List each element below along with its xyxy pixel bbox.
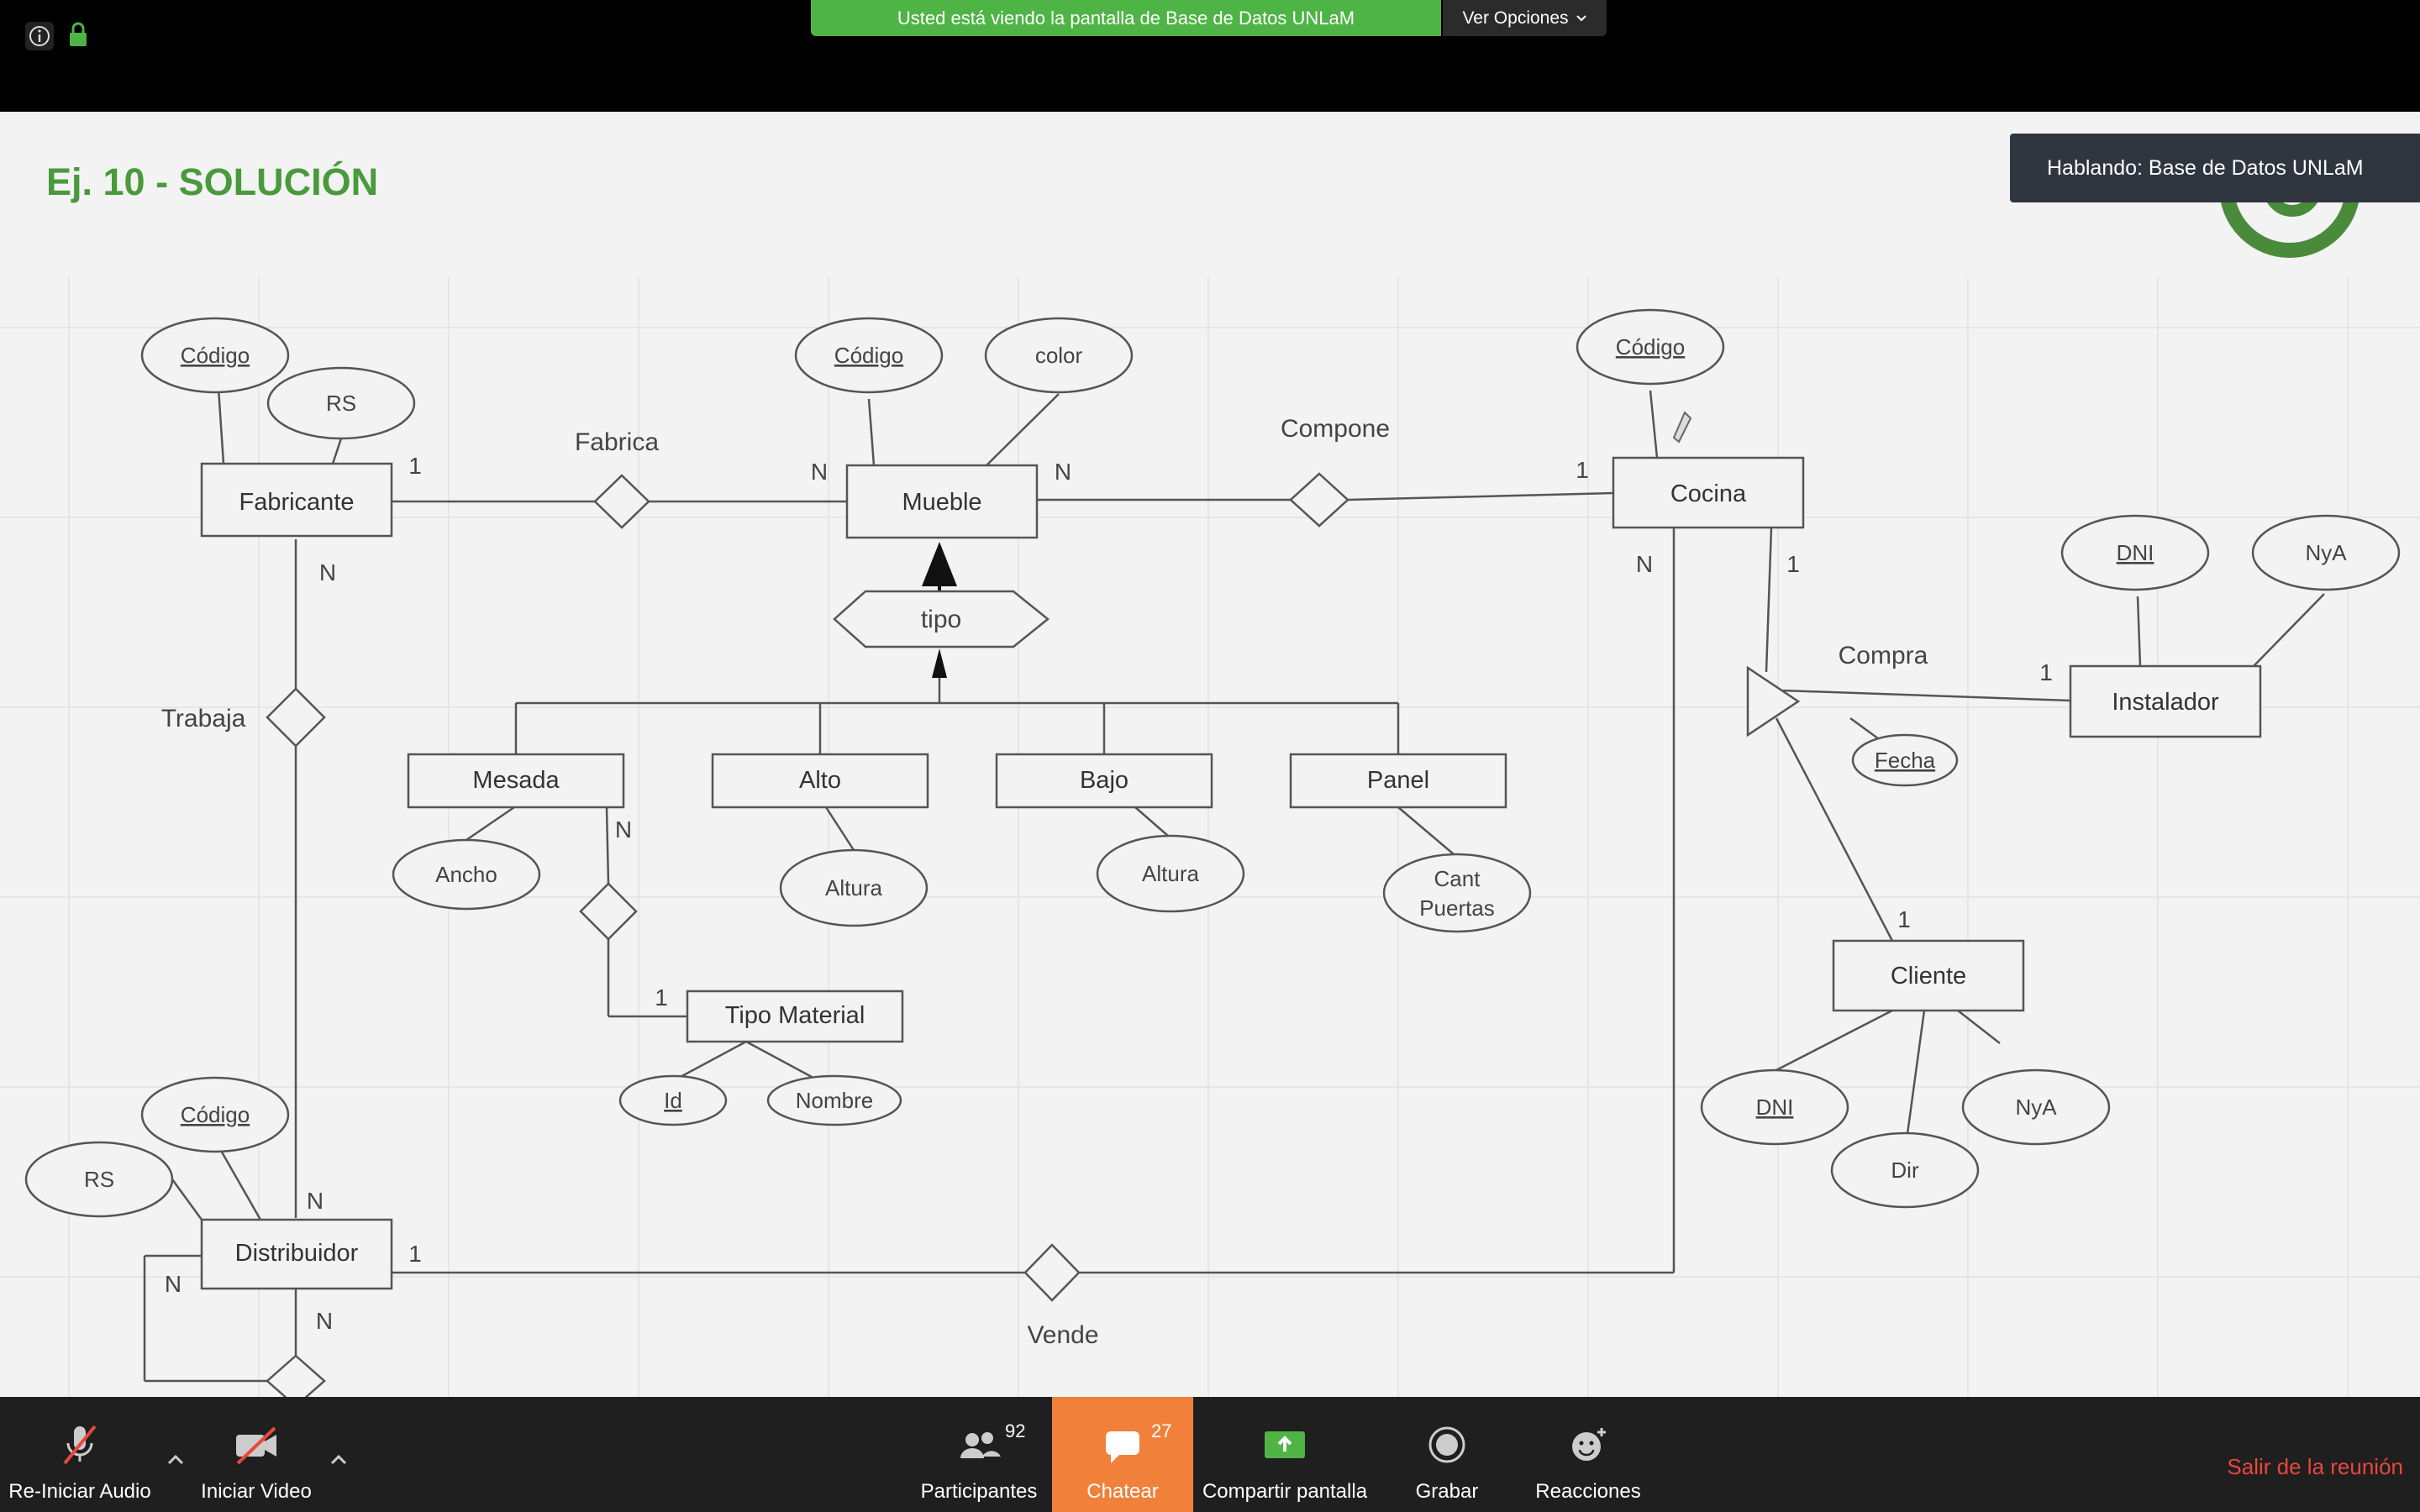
card-mesada-rel: N <box>615 816 632 843</box>
attr-tm-id: Id <box>664 1088 682 1113</box>
entity-cocina-label: Cocina <box>1670 480 1747 507</box>
chat-icon <box>1106 1431 1139 1463</box>
card-fab-trabaja: N <box>319 559 336 585</box>
attr-inst-dni: DNI <box>2117 540 2154 565</box>
card-dist-self-a: N <box>165 1271 182 1297</box>
isa-tipo-label: tipo <box>921 606 961 633</box>
lock-icon[interactable] <box>69 22 87 47</box>
rel-compone-label: Compone <box>1281 415 1390 443</box>
attr-mueble-color: color <box>1035 343 1083 368</box>
rel-fabrica <box>593 474 650 529</box>
attr-dist-codigo: Código <box>181 1102 250 1127</box>
rel-trabaja <box>266 687 326 748</box>
chevron-down-icon <box>1576 14 1586 21</box>
muted-microphone-icon <box>63 1425 97 1465</box>
participants-count: 92 <box>1005 1420 1026 1441</box>
pencil-icon <box>1672 411 1692 444</box>
view-options-dropdown[interactable]: Ver Opciones <box>1443 0 1607 36</box>
attr-alto-altura: Altura <box>825 875 882 900</box>
attr-compra-fecha: Fecha <box>1875 748 1936 773</box>
info-icon[interactable] <box>25 22 54 50</box>
entity-panel-label: Panel <box>1367 767 1429 794</box>
video-button[interactable]: Iniciar Video <box>193 1397 319 1512</box>
relationship-shapes <box>266 472 1801 1397</box>
chat-count: 27 <box>1151 1420 1172 1441</box>
participants-button[interactable]: Participantes <box>912 1397 1046 1512</box>
attr-cli-dir: Dir <box>1891 1158 1919 1183</box>
attr-panel-cant: Cant <box>1434 866 1481 891</box>
attr-mueble-codigo: Código <box>834 343 903 368</box>
emoji-icon <box>1572 1428 1606 1461</box>
card-cocina-vende: N <box>1636 551 1653 577</box>
entity-mesada-label: Mesada <box>472 767 560 794</box>
attr-cli-dni: DNI <box>1756 1095 1794 1120</box>
leave-meeting-button[interactable]: Salir de la reunión <box>2227 1454 2403 1480</box>
attr-bajo-altura: Altura <box>1142 861 1199 886</box>
screen-share-banner: Usted está viendo la pantalla de Base de… <box>811 0 1441 36</box>
card-dist-trabaja: N <box>307 1188 324 1214</box>
audio-button[interactable]: Re-Iniciar Audio <box>0 1397 160 1512</box>
attr-mesada-ancho: Ancho <box>435 862 497 887</box>
entity-tipo-material-label: Tipo Material <box>725 1002 865 1029</box>
entity-distribuidor-label: Distribuidor <box>235 1240 359 1267</box>
rel-vende-label: Vende <box>1027 1321 1098 1349</box>
rel-vende <box>1023 1243 1081 1302</box>
er-diagram: Fabricante Mueble Cocina Instalador Mesa… <box>0 277 2420 1397</box>
card-inst-compra: 1 <box>2039 659 2053 685</box>
attr-dist-rs: RS <box>84 1167 114 1192</box>
share-screen-icon <box>1265 1431 1305 1458</box>
attr-tm-nombre: Nombre <box>796 1088 873 1113</box>
card-dist-self-b: N <box>316 1308 333 1334</box>
rel-mesada-tipomaterial <box>579 882 638 941</box>
shared-screen-slide: Ej. 10 - SOLUCIÓN Fabricante Mueble Coci… <box>0 112 2420 1397</box>
share-screen-button[interactable]: Compartir pantalla <box>1197 1397 1373 1512</box>
speaker-tooltip: Hablando: Base de Datos UNLaM <box>2010 134 2420 202</box>
top-bar: Usted está viendo la pantalla de Base de… <box>0 0 2420 112</box>
view-options-label: Ver Opciones <box>1462 8 1569 28</box>
video-off-icon <box>236 1426 276 1465</box>
reactions-button-label: Reacciones <box>1535 1480 1641 1503</box>
attr-panel-puertas: Puertas <box>1419 895 1495 921</box>
video-button-label: Iniciar Video <box>201 1480 312 1503</box>
entity-fabricante-label: Fabricante <box>239 489 354 516</box>
attr-cli-nya: NyA <box>2015 1095 2057 1120</box>
rel-trabaja-label: Trabaja <box>161 705 246 732</box>
card-fab-fabrica: 1 <box>408 453 422 479</box>
participants-button-label: Participantes <box>920 1480 1038 1503</box>
attr-fab-codigo: Código <box>181 343 250 368</box>
record-icon <box>1428 1426 1465 1463</box>
reactions-button[interactable]: Reacciones <box>1525 1397 1651 1512</box>
card-mueble-compone: N <box>1055 459 1071 485</box>
entity-alto-label: Alto <box>799 767 841 794</box>
card-cocina-compra: 1 <box>1786 551 1800 577</box>
entity-mueble-label: Mueble <box>902 489 981 516</box>
entity-bajo-label: Bajo <box>1080 767 1128 794</box>
rel-fabrica-label: Fabrica <box>575 428 659 456</box>
record-button[interactable]: Grabar <box>1397 1397 1497 1512</box>
rel-compra <box>1746 665 1801 738</box>
meeting-toolbar: Re-Iniciar Audio Iniciar Video Participa… <box>0 1397 2420 1512</box>
participants-icon <box>960 1432 1001 1458</box>
share-screen-button-label: Compartir pantalla <box>1202 1480 1368 1503</box>
card-cli-compra: 1 <box>1897 906 1911 932</box>
entity-instalador-label: Instalador <box>2112 689 2219 716</box>
chevron-up-icon[interactable] <box>326 1447 351 1473</box>
card-dist-vende: 1 <box>408 1241 422 1267</box>
attr-fab-rs: RS <box>326 391 356 416</box>
chevron-up-icon[interactable] <box>163 1447 188 1473</box>
entity-cliente-label: Cliente <box>1891 963 1966 990</box>
chat-button-label: Chatear <box>1086 1480 1159 1503</box>
card-cocina-compone: 1 <box>1576 457 1589 483</box>
rel-distribuidor-self <box>266 1354 326 1397</box>
card-mueble-fabrica: N <box>811 459 828 485</box>
attr-inst-nya: NyA <box>2305 540 2347 565</box>
rel-compra-label: Compra <box>1839 642 1928 669</box>
attr-cocina-codigo: Código <box>1616 334 1685 360</box>
record-button-label: Grabar <box>1415 1480 1479 1503</box>
card-tm-rel: 1 <box>655 984 668 1011</box>
audio-button-label: Re-Iniciar Audio <box>8 1480 151 1503</box>
chat-button[interactable]: Chatear <box>1052 1397 1193 1512</box>
